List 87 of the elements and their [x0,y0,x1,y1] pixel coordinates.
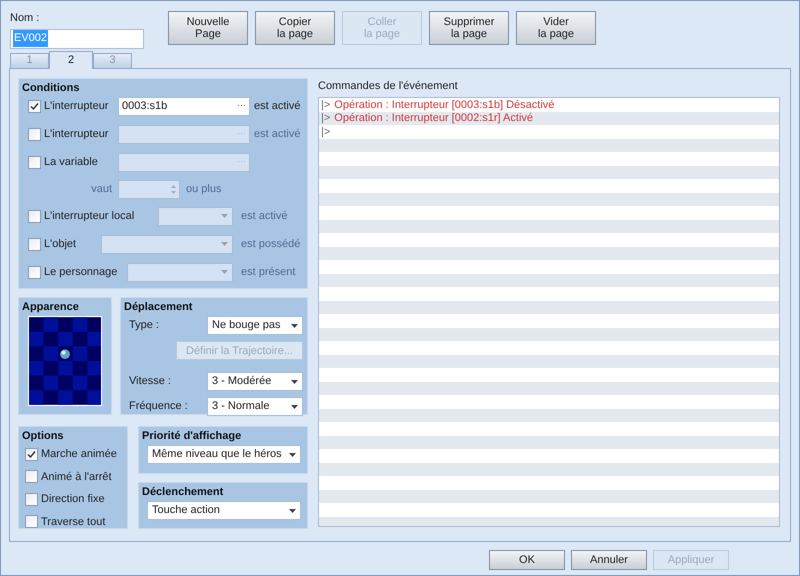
list-row[interactable] [319,300,779,314]
condition-suffix: est possédé [241,236,300,252]
group-title: Priorité d'affichage [142,428,242,444]
condition-suffix: ou plus [186,182,222,197]
spin-label: vaut [90,182,112,197]
field-label: Type : [129,318,159,334]
caret-icon [291,380,298,384]
checkbox-label: Traverse tout [41,514,106,530]
name-field[interactable]: EV002 [10,28,144,48]
dropdown[interactable] [101,234,233,254]
checkbox[interactable] [25,515,38,528]
tab[interactable]: 2 [49,50,93,68]
command-line[interactable]: Opération : Interrupteur [0003:s1b] Désactivé [334,98,554,111]
button[interactable]: Supprimer la page [429,11,509,45]
list-row[interactable] [319,408,779,422]
character-preview-drawing[interactable] [28,316,102,406]
caret-icon [291,324,298,328]
list-row[interactable] [319,246,779,260]
dropdown[interactable]: Même niveau que le héros [147,445,301,464]
list-row[interactable] [319,490,779,503]
checkbox[interactable] [28,238,41,250]
caret-icon [221,270,228,274]
list-row[interactable] [319,436,779,449]
command-prefix: |> [321,98,330,111]
group-title: Options [22,428,65,444]
list-row[interactable] [319,138,779,152]
checkbox-label: Animé à l'arrêt [41,470,112,484]
checkbox-label: Direction fixe [41,492,105,507]
browse-button[interactable]: ··· [237,99,246,113]
condition-suffix: est activé [254,98,300,114]
checkbox-label: Marche animée [41,447,117,462]
group-title: Conditions [22,80,80,96]
command-line[interactable]: Opération : Interrupteur [0002:s1r] Activé [334,112,534,124]
picker-field[interactable]: 0003:s1b ··· [118,96,250,116]
checkbox[interactable] [25,492,38,506]
button[interactable]: Annuler [571,550,647,570]
list-row[interactable]: |> Opération : Interrupteur [0002:s1r] Activé [319,112,779,125]
field-label: Fréquence : [129,399,188,414]
dropdown[interactable]: 3 - Normale [207,397,303,416]
checkbox-label: L'interrupteur local [44,208,134,224]
checkbox[interactable] [28,156,41,168]
dropdown[interactable]: Ne bouge pas [207,316,303,335]
dropdown[interactable]: Touche action [147,501,301,520]
dropdown[interactable] [158,206,233,226]
list-row[interactable] [319,462,779,476]
spinner-arrows-icon [171,184,176,194]
checkbox[interactable] [25,470,38,484]
checkbox-label: L'objet [44,236,76,252]
field-label: Vitesse : [129,374,171,390]
dropdown[interactable] [127,262,233,282]
button[interactable]: OK [489,550,565,570]
caret-icon [289,508,296,512]
condition-suffix: est activé [241,208,288,224]
caret-icon [221,242,228,246]
list-row[interactable] [319,220,779,233]
list-row[interactable] [319,328,779,341]
checkbox-label: L'interrupteur [44,98,108,114]
checkbox[interactable] [28,100,41,112]
list-row[interactable] [319,382,779,395]
list-title: Commandes de l'événement [318,78,459,94]
spin-field[interactable] [118,180,180,198]
caret-icon [221,214,228,218]
list-row[interactable] [319,166,779,179]
group-title: Déplacement [124,300,194,314]
button[interactable]: Copier la page [255,11,335,45]
condition-suffix: est présent [241,264,296,280]
command-prefix: |> [321,112,330,124]
checkbox[interactable] [28,128,41,140]
checkbox-label: L'interrupteur [44,126,108,142]
list-row[interactable] [319,274,779,287]
caret-icon [291,404,298,408]
list-row[interactable] [319,192,779,206]
checkbox[interactable] [28,266,41,278]
field-label: Nom : [10,11,40,26]
list-row[interactable] [319,354,779,368]
caret-icon [289,452,296,456]
command-prefix: |> [321,126,330,138]
button[interactable]: Nouvelle Page [168,11,248,45]
button[interactable]: Vider la page [516,11,596,45]
group-title: Apparence [22,300,80,314]
checkbox[interactable] [25,448,38,461]
group-title: Déclenchement [142,484,224,500]
checkbox[interactable] [28,210,41,222]
checkbox-label: La variable [44,154,98,170]
checkbox-label: Le personnage [44,264,118,280]
dropdown[interactable]: 3 - Modérée [207,372,303,391]
condition-suffix: est activé [254,126,300,142]
